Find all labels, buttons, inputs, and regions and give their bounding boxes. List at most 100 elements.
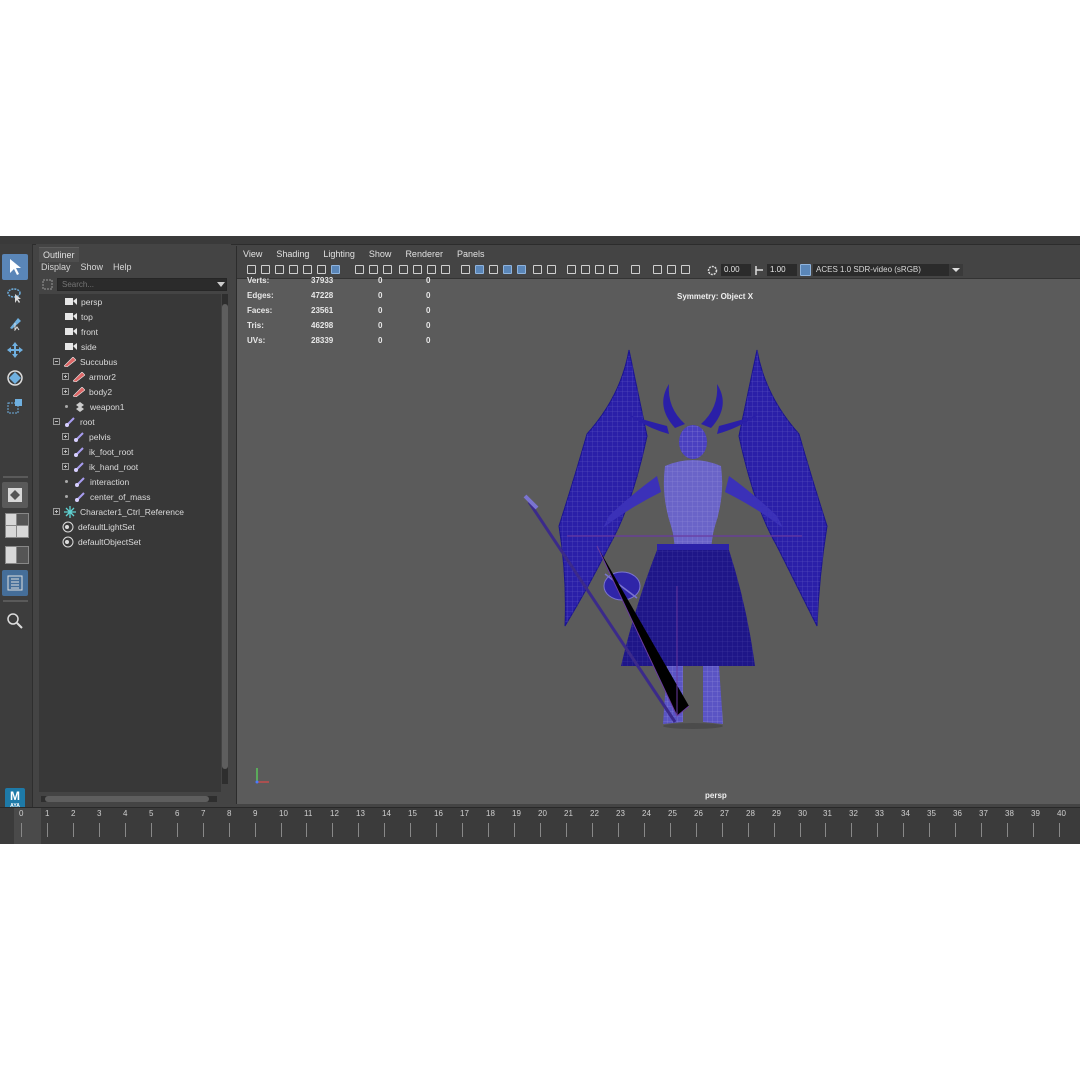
outliner-title[interactable]: Outliner	[39, 247, 79, 262]
frame-number: 15	[408, 809, 417, 818]
layout-graph-pane-icon[interactable]	[16, 525, 29, 538]
scroll-thumb[interactable]	[222, 304, 228, 769]
item-label: Succubus	[80, 356, 118, 367]
frame-number: 25	[668, 809, 677, 818]
outliner-item-ik-hand-root[interactable]: ik_hand_root	[62, 459, 138, 474]
outliner-item-default-object-set[interactable]: defaultObjectSet	[62, 534, 141, 549]
frame-tick	[566, 823, 567, 837]
filter-icon[interactable]	[42, 279, 54, 291]
expand-toggle[interactable]	[62, 448, 69, 455]
outliner-layout-button[interactable]	[2, 570, 28, 596]
item-label: weapon1	[90, 401, 125, 412]
frame-number: 27	[720, 809, 729, 818]
frame-number: 3	[97, 809, 102, 818]
outliner-item-side[interactable]: side	[65, 339, 97, 354]
menu-display[interactable]: Display	[41, 262, 71, 274]
camera-icon	[65, 326, 77, 338]
expand-toggle[interactable]	[62, 433, 69, 440]
chevron-down-icon[interactable]	[217, 282, 225, 288]
outliner-item-ik-foot-root[interactable]: ik_foot_root	[62, 444, 133, 459]
scroll-thumb[interactable]	[45, 796, 209, 802]
menu-help[interactable]: Help	[113, 262, 132, 274]
frame-tick	[73, 823, 74, 837]
viewport-panel[interactable]: View Shading Lighting Show Renderer Pane…	[236, 246, 1080, 804]
mesh-icon	[64, 356, 76, 368]
outliner-tree: persp top front side Succubus armor2 bod…	[39, 294, 221, 792]
group-icon	[74, 401, 86, 413]
single-pane-layout[interactable]	[2, 482, 28, 508]
axis-gizmo	[255, 768, 269, 784]
joint-icon	[74, 491, 86, 503]
frame-tick	[306, 823, 307, 837]
brush-icon	[10, 318, 21, 331]
frame-number: 21	[564, 809, 573, 818]
frame-number: 19	[512, 809, 521, 818]
frame-number: 4	[123, 809, 128, 818]
frame-number: 38	[1005, 809, 1014, 818]
outliner-item-default-light-set[interactable]: defaultLightSet	[62, 519, 135, 534]
item-label: side	[81, 341, 97, 352]
outliner-item-weapon1[interactable]: weapon1	[62, 399, 125, 414]
outliner-item-character-ctrl-reference[interactable]: Character1_Ctrl_Reference	[53, 504, 184, 519]
frame-number: 5	[149, 809, 154, 818]
frame-number: 14	[382, 809, 391, 818]
move-tool[interactable]	[2, 337, 28, 363]
search-tool[interactable]	[2, 608, 28, 634]
outliner-horizontal-scrollbar[interactable]	[41, 796, 217, 802]
outliner-item-persp[interactable]: persp	[65, 294, 102, 309]
expand-toggle[interactable]	[62, 463, 69, 470]
item-label: persp	[81, 296, 103, 307]
frame-number: 28	[746, 809, 755, 818]
expand-toggle[interactable]	[53, 508, 60, 515]
outliner-item-top[interactable]: top	[65, 309, 93, 324]
item-label: armor2	[89, 371, 116, 382]
outliner-vertical-scrollbar[interactable]	[222, 294, 228, 784]
expand-toggle[interactable]	[62, 373, 69, 380]
frame-tick	[384, 823, 385, 837]
scale-tool[interactable]	[2, 393, 28, 419]
frame-tick	[47, 823, 48, 837]
frame-number: 2	[71, 809, 76, 818]
frame-tick	[540, 823, 541, 837]
outliner-item-armor2[interactable]: armor2	[62, 369, 116, 384]
frame-number: 20	[538, 809, 547, 818]
expand-toggle[interactable]	[62, 388, 69, 395]
outliner-item-succubus[interactable]: Succubus	[53, 354, 117, 369]
outliner-item-front[interactable]: front	[65, 324, 98, 339]
item-label: body2	[89, 386, 113, 397]
outliner-item-body2[interactable]: body2	[62, 384, 112, 399]
frame-number: 12	[330, 809, 339, 818]
frame-tick	[955, 823, 956, 837]
select-tool[interactable]	[2, 254, 28, 280]
camera-icon	[65, 296, 77, 308]
character-wireframe[interactable]	[237, 246, 1080, 804]
rotate-tool[interactable]	[2, 365, 28, 391]
time-slider[interactable]: 0 1 2 3 4 5 6 7 8 9 10 11 12 13 14 15 16 17 18 19 20 21 22 23 24…	[0, 807, 1080, 844]
menu-show[interactable]: Show	[81, 262, 104, 274]
paint-select-tool[interactable]	[2, 309, 28, 335]
item-label: Character1_Ctrl_Reference	[80, 506, 184, 517]
frame-tick	[203, 823, 204, 837]
frame-tick	[1033, 823, 1034, 837]
collapse-toggle[interactable]	[53, 418, 60, 425]
frame-number: 32	[849, 809, 858, 818]
outliner-item-pelvis[interactable]: pelvis	[62, 429, 111, 444]
leaf-dot	[65, 480, 68, 483]
mesh-icon	[73, 371, 85, 383]
outliner-item-root[interactable]: root	[53, 414, 95, 429]
collapse-toggle[interactable]	[53, 358, 60, 365]
lasso-tool[interactable]	[2, 282, 28, 308]
joint-icon	[73, 461, 85, 473]
frame-tick	[981, 823, 982, 837]
outliner-search-input[interactable]	[57, 278, 227, 291]
layout-right-icon[interactable]	[16, 546, 29, 564]
set-icon	[62, 536, 74, 548]
frame-tick	[618, 823, 619, 837]
frame-tick	[281, 823, 282, 837]
set-icon	[62, 521, 74, 533]
leaf-dot	[65, 495, 68, 498]
frame-tick	[358, 823, 359, 837]
outliner-item-interaction[interactable]: interaction	[62, 474, 129, 489]
outliner-item-center-of-mass[interactable]: center_of_mass	[62, 489, 150, 504]
magnifier-icon	[7, 613, 23, 629]
